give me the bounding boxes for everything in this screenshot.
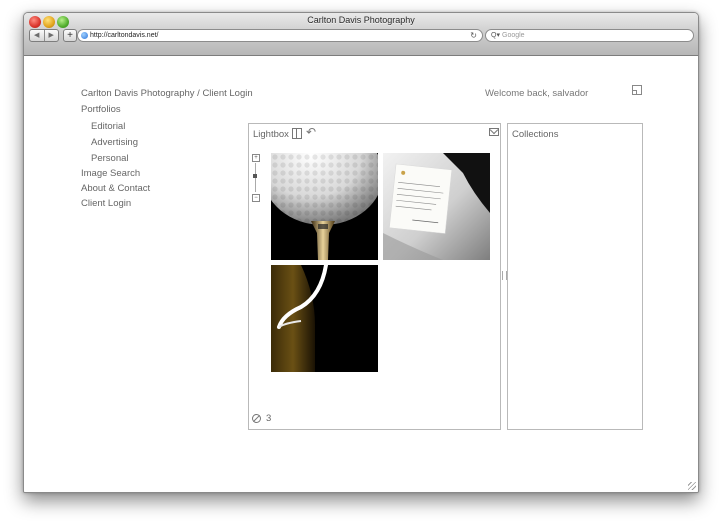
browser-titlebar: Carlton Davis Photography ◀ ▶ + http://c… — [24, 13, 698, 56]
card-on-fabric-photo — [383, 153, 490, 260]
bottle-photo — [271, 265, 378, 372]
nav-advertising[interactable]: Advertising — [91, 137, 138, 148]
nav-image-search[interactable]: Image Search — [81, 168, 140, 179]
lightbox-thumbnail-golf-ball[interactable] — [271, 153, 378, 260]
expand-icon[interactable] — [632, 85, 642, 95]
window-resize-grip[interactable] — [688, 482, 696, 490]
book-view-icon[interactable] — [292, 128, 302, 139]
zoom-in-button[interactable]: + — [252, 154, 260, 162]
address-bar[interactable]: http://carltondavis.net/ ↻ — [77, 29, 483, 42]
nav-about-contact[interactable]: About & Contact — [81, 183, 150, 194]
nav-portfolios[interactable]: Portfolios — [81, 104, 121, 115]
site-title[interactable]: Carlton Davis Photography / Client Login — [81, 88, 253, 99]
browser-window: Carlton Davis Photography ◀ ▶ + http://c… — [23, 12, 699, 493]
search-bar[interactable]: Q▾ Google — [485, 29, 694, 42]
nav-personal[interactable]: Personal — [91, 153, 129, 164]
lightbox-title: Lightbox — [253, 129, 289, 140]
reload-icon[interactable]: ↻ — [470, 30, 477, 41]
nav-client-login[interactable]: Client Login — [81, 198, 131, 209]
search-placeholder[interactable]: Google — [502, 30, 525, 41]
search-icon[interactable]: Q▾ — [491, 30, 500, 41]
collections-title: Collections — [512, 129, 559, 140]
undo-icon[interactable]: ↶ — [306, 125, 316, 139]
lightbox-panel: Lightbox ↶ + − 3 — [248, 123, 501, 430]
lightbox-thumbnail-card[interactable] — [383, 153, 490, 260]
collections-panel: Collections — [507, 123, 643, 430]
back-forward-buttons: ◀ ▶ — [29, 29, 59, 42]
clear-lightbox-icon[interactable] — [252, 414, 261, 423]
add-bookmark-button[interactable]: + — [63, 29, 77, 42]
forward-button[interactable]: ▶ — [45, 30, 59, 41]
url-text[interactable]: http://carltondavis.net/ — [90, 30, 158, 41]
golf-ball-photo — [271, 153, 378, 260]
page-content: Carlton Davis Photography / Client Login… — [24, 56, 698, 492]
zoom-out-button[interactable]: − — [252, 194, 260, 202]
zoom-slider-handle[interactable] — [253, 174, 257, 178]
globe-icon — [81, 32, 88, 39]
back-button[interactable]: ◀ — [30, 30, 45, 41]
welcome-message: Welcome back, salvador — [485, 88, 589, 99]
lightbox-thumbnail-bottle[interactable] — [271, 265, 378, 372]
mail-icon[interactable] — [489, 128, 499, 136]
lightbox-count: 3 — [266, 413, 272, 424]
nav-editorial[interactable]: Editorial — [91, 121, 125, 132]
window-title: Carlton Davis Photography — [307, 15, 415, 25]
